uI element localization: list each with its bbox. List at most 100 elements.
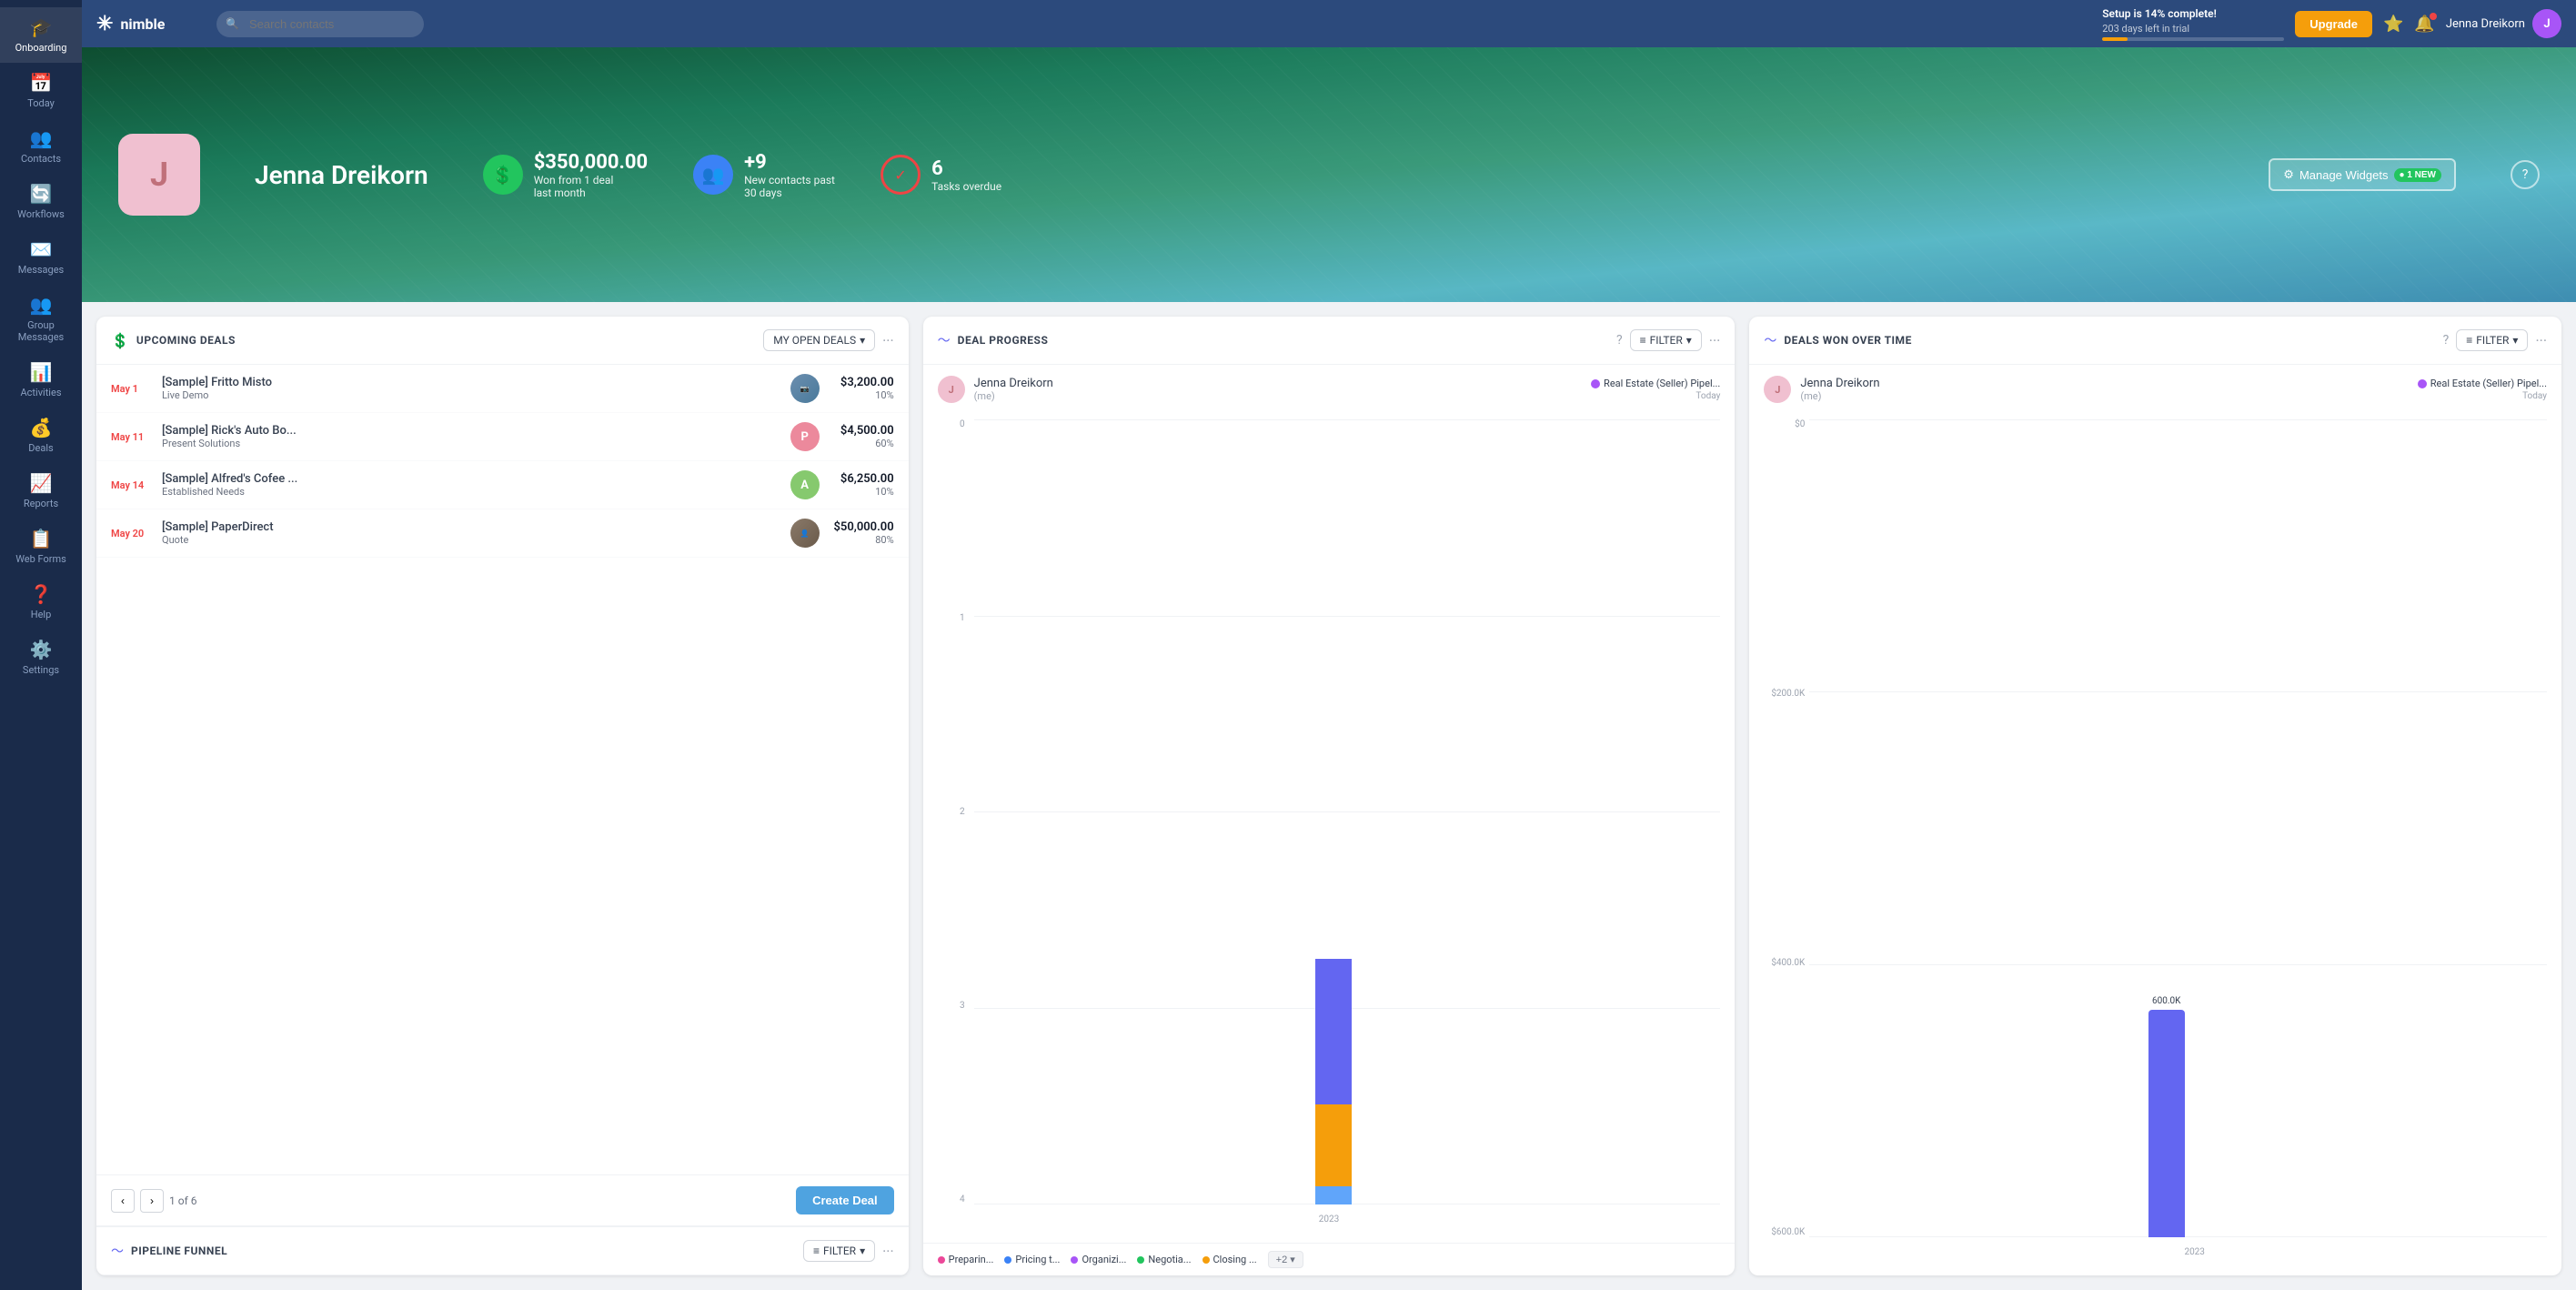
deal-progress-widget: 〜 DEAL PROGRESS ? ≡ FILTER ▾ ··· <box>923 317 1736 1275</box>
deal-stage: Present Solutions <box>162 438 780 449</box>
deal-date: May 14 <box>111 479 151 491</box>
sidebar-item-help[interactable]: ❓ Help <box>0 574 82 630</box>
pagination-label: 1 of 6 <box>169 1194 196 1207</box>
sidebar-item-label: Activities <box>21 387 62 398</box>
deal-row[interactable]: May 20 [Sample] PaperDirect Quote 👤 $50,… <box>96 509 909 558</box>
sidebar-item-label: Reports <box>24 498 58 509</box>
sidebar-item-workflows[interactable]: 🔄 Workflows <box>0 174 82 229</box>
search-wrap <box>216 11 2091 37</box>
main-area: ✳ nimble Setup is 14% complete! 203 days… <box>82 0 2576 1290</box>
legend-more-button[interactable]: +2 ▾ <box>1268 1251 1303 1268</box>
sidebar-item-web-forms[interactable]: 📋 Web Forms <box>0 519 82 574</box>
sidebar-item-reports[interactable]: 📈 Reports <box>0 463 82 519</box>
reports-icon: 📈 <box>30 472 53 494</box>
deal-progress-filter-button[interactable]: ≡ FILTER ▾ <box>1630 329 1702 351</box>
pipeline-dot-icon <box>1591 379 1600 388</box>
chevron-down-icon: ▾ <box>2512 334 2518 347</box>
deal-progress-title: DEAL PROGRESS <box>958 334 1609 347</box>
next-page-button[interactable]: › <box>140 1189 164 1213</box>
deals-won-actions: ≡ FILTER ▾ ··· <box>2456 329 2547 351</box>
bar-group <box>974 959 1694 1204</box>
sidebar-item-settings[interactable]: ⚙️ Settings <box>0 630 82 685</box>
deal-row[interactable]: May 1 [Sample] Fritto Misto Live Demo 📷 … <box>96 365 909 413</box>
new-contacts-label: New contacts past 30 days <box>744 174 835 199</box>
topbar: ✳ nimble Setup is 14% complete! 203 days… <box>82 0 2576 47</box>
deal-row[interactable]: May 11 [Sample] Rick's Auto Bo... Presen… <box>96 413 909 461</box>
web-forms-icon: 📋 <box>30 528 53 549</box>
pagination: ‹ › 1 of 6 <box>111 1189 196 1213</box>
page-content: J Jenna Dreikorn 💲 $350,000.00 Won from … <box>82 47 2576 1290</box>
deal-progress-info-icon[interactable]: ? <box>1616 333 1623 348</box>
deals-won-icon: 💲 <box>483 155 523 195</box>
manage-widgets-button[interactable]: ⚙ Manage Widgets ● 1 NEW <box>2269 158 2456 191</box>
hero-help-button[interactable]: ? <box>2511 160 2540 189</box>
deals-won-filter-button[interactable]: ≡ FILTER ▾ <box>2456 329 2528 351</box>
deals-won-chart-icon: 〜 <box>1764 331 1776 349</box>
filter-icon: ≡ <box>813 1245 820 1257</box>
sidebar-item-label: Web Forms <box>15 553 66 565</box>
sidebar-item-label: Onboarding <box>15 42 67 54</box>
chart-user-meta: Jenna Dreikorn (me) <box>1800 377 1879 402</box>
chart-me-tag: (me) <box>1800 390 1879 402</box>
pipeline-funnel-header: 〜 PIPELINE FUNNEL ≡ FILTER ▾ ··· <box>96 1225 909 1275</box>
deals-filter-dropdown[interactable]: MY OPEN DEALS ▾ <box>763 329 875 351</box>
legend-dot-closing <box>1202 1256 1210 1264</box>
notification-dot <box>2430 13 2437 20</box>
upcoming-deals-more-icon[interactable]: ··· <box>882 332 894 349</box>
deals-won-more-icon[interactable]: ··· <box>2535 332 2547 349</box>
upcoming-deals-icon: 💲 <box>111 332 129 349</box>
deals-won-info-icon[interactable]: ? <box>2443 333 2450 348</box>
deal-progress-bar-chart: 4 3 2 1 0 <box>938 410 1721 1232</box>
sidebar-item-label: Group Messages <box>5 319 77 343</box>
sidebar-item-deals[interactable]: 💰 Deals <box>0 408 82 463</box>
sidebar-item-messages[interactable]: ✉️ Messages <box>0 229 82 285</box>
hero-stat-deals-text: $350,000.00 Won from 1 deal last month <box>534 151 648 199</box>
chart-user-row: J Jenna Dreikorn (me) Real Estate (Selle… <box>1764 376 2547 403</box>
deal-avatar: A <box>790 470 820 499</box>
sidebar-item-activities[interactable]: 📊 Activities <box>0 352 82 408</box>
sidebar-item-today[interactable]: 📅 Today <box>0 63 82 118</box>
deal-row[interactable]: May 14 [Sample] Alfred's Cofee ... Estab… <box>96 461 909 509</box>
hero-user-name: Jenna Dreikorn <box>255 160 428 190</box>
tasks-overdue-value: 6 <box>931 157 1001 180</box>
deal-progress-icon: 〜 <box>938 331 951 349</box>
deal-avatar: 📷 <box>790 374 820 403</box>
search-input[interactable] <box>216 11 424 37</box>
chevron-down-icon: ▾ <box>860 1245 865 1257</box>
pipeline-date: Today <box>2522 391 2547 401</box>
deal-info: [Sample] Rick's Auto Bo... Present Solut… <box>162 424 780 449</box>
widgets-grid: 💲 UPCOMING DEALS MY OPEN DEALS ▾ ··· May… <box>82 302 2576 1290</box>
deals-won-title: DEALS WON OVER TIME <box>1784 334 2435 347</box>
legend-dot-negotiating <box>1137 1256 1144 1264</box>
star-icon[interactable]: ⭐ <box>2383 15 2403 34</box>
sidebar-item-group-messages[interactable]: 👥 Group Messages <box>0 285 82 352</box>
deal-progress-more-icon[interactable]: ··· <box>1709 332 1721 349</box>
prev-page-button[interactable]: ‹ <box>111 1189 135 1213</box>
deals-won-widget: 〜 DEALS WON OVER TIME ? ≡ FILTER ▾ ··· <box>1749 317 2561 1275</box>
pipeline-name: Real Estate (Seller) Pipel... <box>1604 378 1720 389</box>
new-contacts-value: +9 <box>744 151 835 174</box>
bar-segment-blue <box>1315 959 1352 1104</box>
app-name: nimble <box>120 15 165 33</box>
user-profile[interactable]: Jenna Dreikorn J <box>2446 9 2561 38</box>
notification-bell-icon[interactable]: 🔔 <box>2414 15 2434 34</box>
tasks-overdue-icon: ✓ <box>880 155 921 195</box>
upgrade-button[interactable]: Upgrade <box>2295 11 2372 37</box>
bar-segment-light-blue <box>1315 1186 1352 1204</box>
upcoming-deals-footer: ‹ › 1 of 6 Create Deal <box>96 1174 909 1225</box>
chart-user-row: J Jenna Dreikorn (me) Real Estate (Selle… <box>938 376 1721 403</box>
pipeline-filter-button[interactable]: ≡ FILTER ▾ <box>803 1240 875 1262</box>
pipeline-funnel-more-icon[interactable]: ··· <box>882 1243 894 1260</box>
chevron-down-icon: ▾ <box>860 334 865 347</box>
deals-won-chart-area: J Jenna Dreikorn (me) Real Estate (Selle… <box>1749 365 2561 1275</box>
deal-progress-header: 〜 DEAL PROGRESS ? ≡ FILTER ▾ ··· <box>923 317 1736 365</box>
chart-user-name: Jenna Dreikorn <box>1800 377 1879 390</box>
sidebar-item-onboarding[interactable]: 🎓 Onboarding <box>0 7 82 63</box>
legend-item: Pricing t... <box>1004 1254 1060 1265</box>
create-deal-button[interactable]: Create Deal <box>796 1186 894 1214</box>
user-avatar: J <box>2532 9 2561 38</box>
hero-stat-contacts-text: +9 New contacts past 30 days <box>744 151 835 199</box>
group-messages-icon: 👥 <box>30 294 53 316</box>
sidebar-item-contacts[interactable]: 👥 Contacts <box>0 118 82 174</box>
messages-icon: ✉️ <box>30 238 53 260</box>
